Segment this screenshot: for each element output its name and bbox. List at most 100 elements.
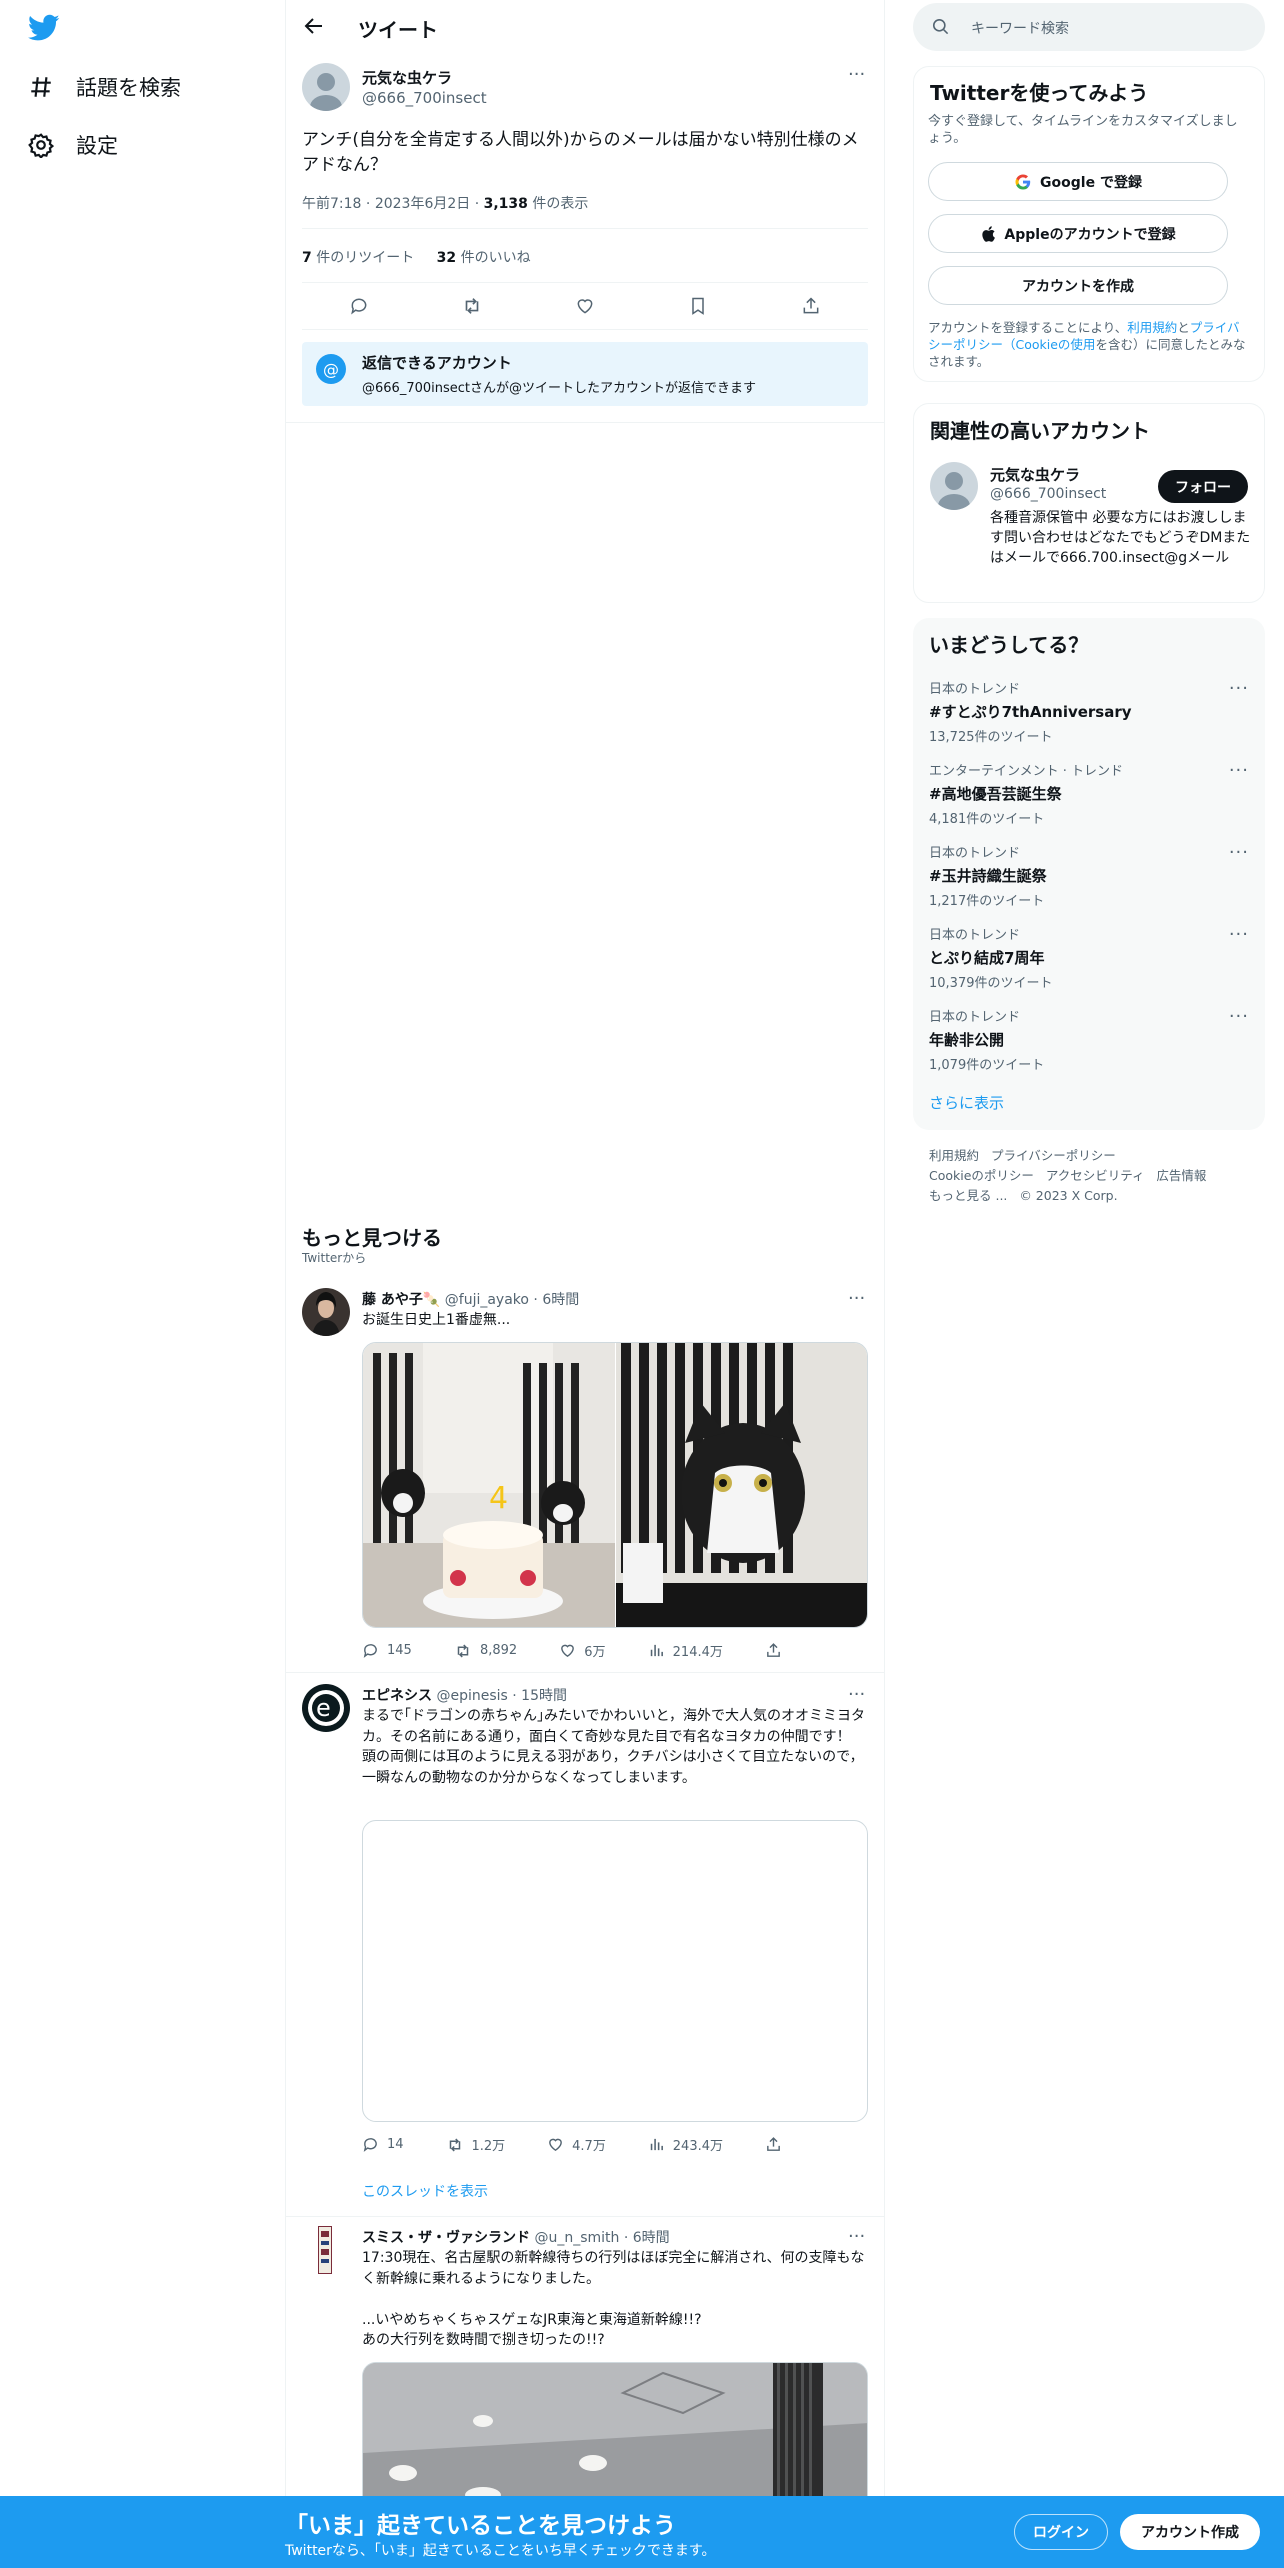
likes-link[interactable]: 32 件のいいね	[437, 250, 531, 266]
avatar[interactable]	[302, 1288, 350, 1336]
reply-restriction-notice: @ 返信できるアカウント @666_700insectさんが@ツイートしたアカウ…	[302, 342, 868, 406]
more-icon[interactable]: ···	[848, 64, 865, 85]
more-icon[interactable]: ···	[1229, 678, 1249, 699]
twitter-logo-icon[interactable]	[28, 14, 60, 42]
feed-author-handle[interactable]: @fuji_ayako	[445, 1292, 529, 1308]
signup-title: Twitterを使ってみよう	[930, 81, 1149, 105]
feed-media[interactable]	[362, 2362, 868, 2502]
create-account-button[interactable]: アカウントを作成	[928, 266, 1228, 305]
feed-author-name[interactable]: スミス・ザ・ヴァシランド	[362, 2230, 530, 2246]
cat-birthday-photos: 4	[363, 1343, 867, 1627]
feed-tweet-text: お誕生日史上1番虚無...	[362, 1312, 511, 1328]
trend-item[interactable]: 日本のトレンド 年齢非公開 1,079件のツイート ···	[929, 1006, 1249, 1073]
footer-terms[interactable]: 利用規約	[929, 1148, 979, 1163]
feed-media[interactable]	[362, 1820, 868, 2122]
trend-item[interactable]: 日本のトレンド とぷり結成7周年 10,379件のツイート ···	[929, 924, 1249, 991]
at-sign-icon: @	[316, 354, 346, 384]
tweet-date[interactable]: 2023年6月2日	[375, 196, 470, 212]
signup-button[interactable]: アカウント作成	[1120, 2514, 1260, 2550]
terms-link[interactable]: 利用規約	[1127, 320, 1177, 335]
divider	[302, 228, 868, 229]
like-icon[interactable]	[568, 289, 602, 323]
author-handle[interactable]: @666_700insect	[362, 89, 487, 107]
signup-card: Twitterを使ってみよう 今すぐ登録して、タイムラインをカスタマイズしましょ…	[913, 66, 1265, 382]
reply-count: 14	[387, 2137, 404, 2152]
feed-media[interactable]: 4	[362, 1342, 868, 1628]
like-button[interactable]: 4.7万	[547, 2135, 606, 2154]
show-thread-link[interactable]: このスレッドを表示	[362, 2181, 488, 2201]
trend-category: 日本のトレンド	[929, 846, 1021, 861]
views-count: 3,138	[483, 196, 528, 212]
like-count: 4.7万	[572, 2139, 606, 2154]
avatar[interactable]	[318, 2226, 332, 2274]
search-box[interactable]: キーワード検索	[913, 3, 1265, 51]
more-icon[interactable]: ···	[1229, 760, 1249, 781]
feed-author-name[interactable]: 藤 あや子🍡	[362, 1292, 440, 1308]
relevant-name[interactable]: 元気な虫ケラ	[990, 464, 1080, 485]
views-button[interactable]: 243.4万	[648, 2135, 723, 2154]
retweet-button[interactable]: 8,892	[454, 1641, 517, 1660]
footer-privacy[interactable]: プライバシーポリシー	[991, 1148, 1116, 1163]
feed-author-handle[interactable]: @u_n_smith	[534, 2230, 619, 2246]
feed-time[interactable]: 15時間	[521, 1688, 567, 1704]
views-button[interactable]: 214.4万	[648, 1641, 723, 1660]
share-button[interactable]	[765, 1641, 782, 1660]
more-icon[interactable]: ···	[1229, 924, 1249, 945]
footer-accessibility[interactable]: アクセシビリティ	[1046, 1168, 1145, 1183]
show-more-link[interactable]: さらに表示	[929, 1092, 1004, 1113]
follow-button[interactable]: フォロー	[1158, 470, 1248, 503]
author-name[interactable]: 元気な虫ケラ	[362, 67, 452, 88]
share-button[interactable]	[765, 2135, 782, 2154]
google-signup-button[interactable]: Google で登録	[928, 162, 1228, 201]
avatar[interactable]: e	[302, 1684, 350, 1732]
retweet-icon[interactable]	[455, 289, 489, 323]
more-icon[interactable]: ···	[848, 2226, 865, 2247]
footer-more[interactable]: もっと見る ...	[929, 1188, 1007, 1203]
like-button[interactable]: 6万	[559, 1641, 606, 1660]
feed-time[interactable]: 6時間	[542, 1292, 579, 1308]
reply-icon[interactable]	[342, 289, 376, 323]
feed-author-handle[interactable]: @epinesis	[436, 1688, 507, 1704]
avatar[interactable]	[930, 462, 978, 510]
retweet-button[interactable]: 1.2万	[446, 2135, 505, 2154]
feed-author-name[interactable]: エピネシス	[362, 1688, 432, 1704]
trend-item[interactable]: 日本のトレンド #玉井詩織生誕祭 1,217件のツイート ···	[929, 842, 1249, 909]
more-icon[interactable]: ···	[1229, 1006, 1249, 1027]
nav-settings[interactable]: 設定	[28, 130, 118, 160]
avatar[interactable]	[302, 63, 350, 111]
share-icon[interactable]	[794, 289, 828, 323]
retweet-icon	[449, 2137, 460, 2152]
footer-copyright: © 2023 X Corp.	[1019, 1188, 1118, 1203]
svg-text:4: 4	[489, 1481, 508, 1516]
relevant-accounts-card: 関連性の高いアカウント 元気な虫ケラ @666_700insect フォロー 各…	[913, 403, 1265, 603]
reply-button[interactable]: 145	[362, 1641, 412, 1660]
trend-item[interactable]: 日本のトレンド #すとぷり7thAnniversary 13,725件のツイート…	[929, 678, 1249, 745]
feed-time[interactable]: 6時間	[633, 2230, 670, 2246]
footer-cookie[interactable]: Cookieのポリシー	[929, 1168, 1034, 1183]
feed-tweet-text: 17:30現在、名古屋駅の新幹線待ちの行列はほぼ完全に解消され、何の支障もなく新…	[362, 2250, 865, 2348]
apple-signup-button[interactable]: Appleのアカウントで登録	[928, 214, 1228, 253]
search-icon	[931, 17, 950, 36]
relevant-handle[interactable]: @666_700insect	[990, 486, 1106, 502]
footer-ads[interactable]: 広告情報	[1156, 1168, 1206, 1183]
bookmark-icon[interactable]	[681, 289, 715, 323]
back-arrow-icon[interactable]	[302, 14, 326, 38]
trend-item[interactable]: エンターテインメント · トレンド #高地優吾芸誕生祭 4,181件のツイート …	[929, 760, 1249, 827]
more-icon[interactable]: ···	[848, 1288, 865, 1309]
feed-tweet-header: エピネシス @epinesis · 15時間	[362, 1688, 567, 1704]
more-icon[interactable]: ···	[848, 1684, 865, 1705]
login-button[interactable]: ログイン	[1014, 2514, 1108, 2550]
search-input[interactable]: キーワード検索	[971, 18, 1069, 38]
nav-explore[interactable]: 話題を検索	[28, 72, 181, 102]
more-icon[interactable]: ···	[1229, 842, 1249, 863]
retweets-link[interactable]: 7 件のリツイート	[302, 250, 414, 266]
reply-button[interactable]: 14	[362, 2135, 404, 2154]
trend-name: #高地優吾芸誕生祭	[929, 785, 1062, 803]
divider	[286, 1672, 884, 1673]
tweet-time[interactable]: 午前7:18	[302, 196, 361, 212]
feed-tweet-text: まるで｢ドラゴンの赤ちゃん｣みたいでかわいいと，海外で大人気のオオミミヨタカ。そ…	[362, 1708, 866, 1786]
discover-title: もっと見つける	[302, 1226, 442, 1250]
create-account-label: アカウントを作成	[1022, 278, 1134, 295]
nav-settings-label: 設定	[76, 134, 118, 158]
trend-name: とぷり結成7周年	[929, 949, 1045, 967]
